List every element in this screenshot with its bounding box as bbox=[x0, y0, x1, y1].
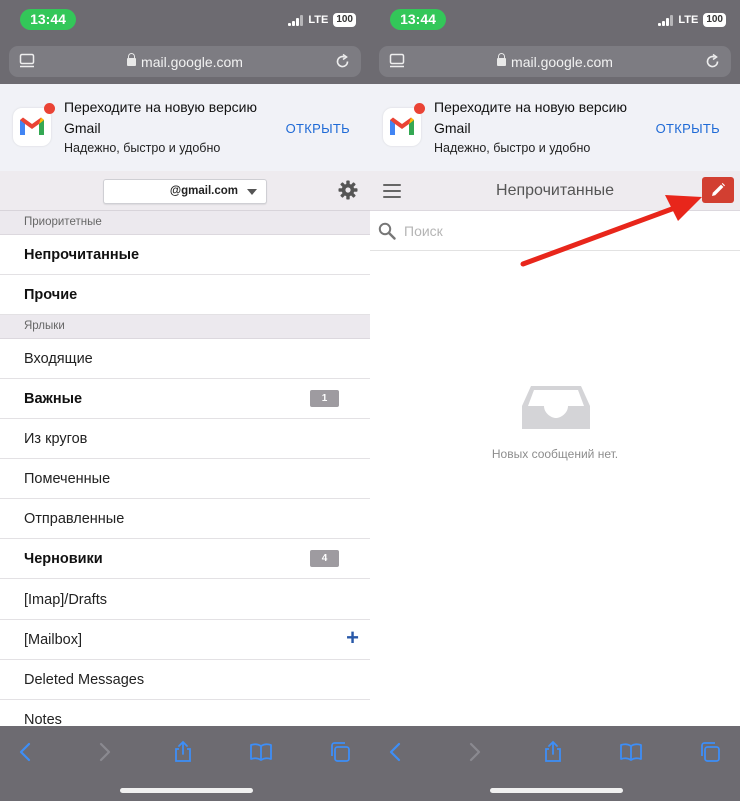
gmail-logo-icon bbox=[383, 108, 421, 146]
battery-icon: 100 bbox=[333, 13, 356, 27]
section-title: Приоритетные bbox=[24, 216, 102, 228]
status-indicators: LTE 100 bbox=[658, 12, 726, 28]
menu-item-mailbox[interactable]: [Mailbox] + bbox=[0, 620, 370, 660]
section-title: Ярлыки bbox=[24, 320, 65, 332]
menu-item-label: Отправленные bbox=[24, 511, 125, 527]
tabs-icon[interactable] bbox=[328, 740, 352, 764]
notification-dot bbox=[44, 103, 55, 114]
share-icon[interactable] bbox=[171, 740, 195, 764]
menu-item-deleted[interactable]: Deleted Messages bbox=[0, 660, 370, 700]
red-annotation-arrow bbox=[520, 195, 702, 267]
browser-address-area: mail.google.com bbox=[370, 40, 740, 84]
menu-item-label: Помеченные bbox=[24, 471, 111, 487]
banner-title: Переходите на новую версию Gmail bbox=[64, 99, 257, 136]
menu-item-label: Непрочитанные bbox=[24, 247, 140, 263]
menu-item-label: Прочие bbox=[24, 287, 78, 303]
lock-icon bbox=[497, 53, 507, 66]
menu-item-starred[interactable]: Помеченные bbox=[0, 459, 370, 499]
account-email: @gmail.com bbox=[169, 185, 238, 197]
chevron-right-icon[interactable] bbox=[462, 740, 486, 764]
signal-icon bbox=[658, 14, 674, 26]
book-icon[interactable] bbox=[249, 740, 273, 764]
pencil-icon bbox=[712, 183, 725, 196]
status-time: 13:44 bbox=[20, 9, 76, 30]
search-icon bbox=[378, 222, 396, 240]
account-row: @gmail.com bbox=[0, 171, 370, 211]
lock-icon bbox=[127, 53, 137, 66]
status-bar: 13:44 LTE 100 bbox=[370, 0, 740, 40]
menu-item-sent[interactable]: Отправленные bbox=[0, 499, 370, 539]
unread-count-badge: 1 bbox=[310, 390, 339, 407]
banner-open-button[interactable]: ОТКРЫТЬ bbox=[656, 121, 720, 136]
banner-title: Переходите на новую версию Gmail bbox=[434, 99, 627, 136]
address-bar[interactable]: mail.google.com bbox=[9, 46, 361, 77]
url-text: mail.google.com bbox=[511, 54, 613, 70]
chevron-left-icon[interactable] bbox=[14, 740, 38, 764]
left-screen: 13:44 LTE 100 mail.google.com Переходите… bbox=[0, 0, 370, 801]
menu-item-label: Входящие bbox=[24, 351, 93, 367]
banner-subtitle: Надежно, быстро и удобно bbox=[64, 141, 221, 155]
caret-down-icon bbox=[247, 189, 257, 195]
menu-item-unread[interactable]: Непрочитанные bbox=[0, 235, 370, 275]
menu-item-important[interactable]: Важные 1 bbox=[0, 379, 370, 419]
reload-icon[interactable] bbox=[334, 53, 351, 70]
right-screen: 13:44 LTE 100 mail.google.com Переходите… bbox=[370, 0, 740, 801]
reload-icon[interactable] bbox=[704, 53, 721, 70]
browser-address-area: mail.google.com bbox=[0, 40, 370, 84]
menu-item-imap-drafts[interactable]: [Imap]/Drafts bbox=[0, 580, 370, 620]
menu-item-label: Deleted Messages bbox=[24, 672, 145, 688]
tabs-icon[interactable] bbox=[698, 740, 722, 764]
gear-icon[interactable] bbox=[338, 180, 358, 200]
book-icon[interactable] bbox=[619, 740, 643, 764]
menu-item-inbox[interactable]: Входящие bbox=[0, 339, 370, 379]
address-bar[interactable]: mail.google.com bbox=[379, 46, 731, 77]
chevron-right-icon[interactable] bbox=[92, 740, 116, 764]
menu-item-label: Черновики bbox=[24, 551, 103, 567]
network-label: LTE bbox=[678, 14, 699, 26]
expand-plus-icon[interactable]: + bbox=[346, 626, 359, 650]
banner-open-button[interactable]: ОТКРЫТЬ bbox=[286, 121, 350, 136]
chevron-left-icon[interactable] bbox=[384, 740, 408, 764]
menu-item-drafts[interactable]: Черновики 4 bbox=[0, 539, 370, 579]
search-input[interactable]: Поиск bbox=[404, 223, 443, 239]
status-bar: 13:44 LTE 100 bbox=[0, 0, 370, 40]
url-text: mail.google.com bbox=[141, 54, 243, 70]
banner-subtitle: Надежно, быстро и удобно bbox=[434, 141, 591, 155]
account-select[interactable]: @gmail.com bbox=[103, 179, 267, 204]
battery-icon: 100 bbox=[703, 13, 726, 27]
home-indicator bbox=[120, 788, 253, 793]
gmail-logo-icon bbox=[13, 108, 51, 146]
signal-icon bbox=[288, 14, 304, 26]
share-icon[interactable] bbox=[541, 740, 565, 764]
menu-item-label: [Mailbox] bbox=[24, 632, 83, 648]
menu-item-label: Из кругов bbox=[24, 431, 88, 447]
menu-item-other[interactable]: Прочие bbox=[0, 275, 370, 315]
priority-section-header: Приоритетные bbox=[0, 211, 370, 235]
notification-dot bbox=[414, 103, 425, 114]
status-indicators: LTE 100 bbox=[288, 12, 356, 28]
menu-item-label: Важные bbox=[24, 391, 83, 407]
empty-state-text: Новых сообщений нет. bbox=[491, 447, 619, 461]
menu-item-circles[interactable]: Из кругов bbox=[0, 419, 370, 459]
home-indicator bbox=[490, 788, 623, 793]
network-label: LTE bbox=[308, 14, 329, 26]
status-time: 13:44 bbox=[390, 9, 446, 30]
labels-section-header: Ярлыки bbox=[0, 315, 370, 339]
empty-inbox-icon bbox=[522, 386, 590, 429]
unread-count-badge: 4 bbox=[310, 550, 339, 567]
menu-item-label: [Imap]/Drafts bbox=[24, 592, 107, 608]
